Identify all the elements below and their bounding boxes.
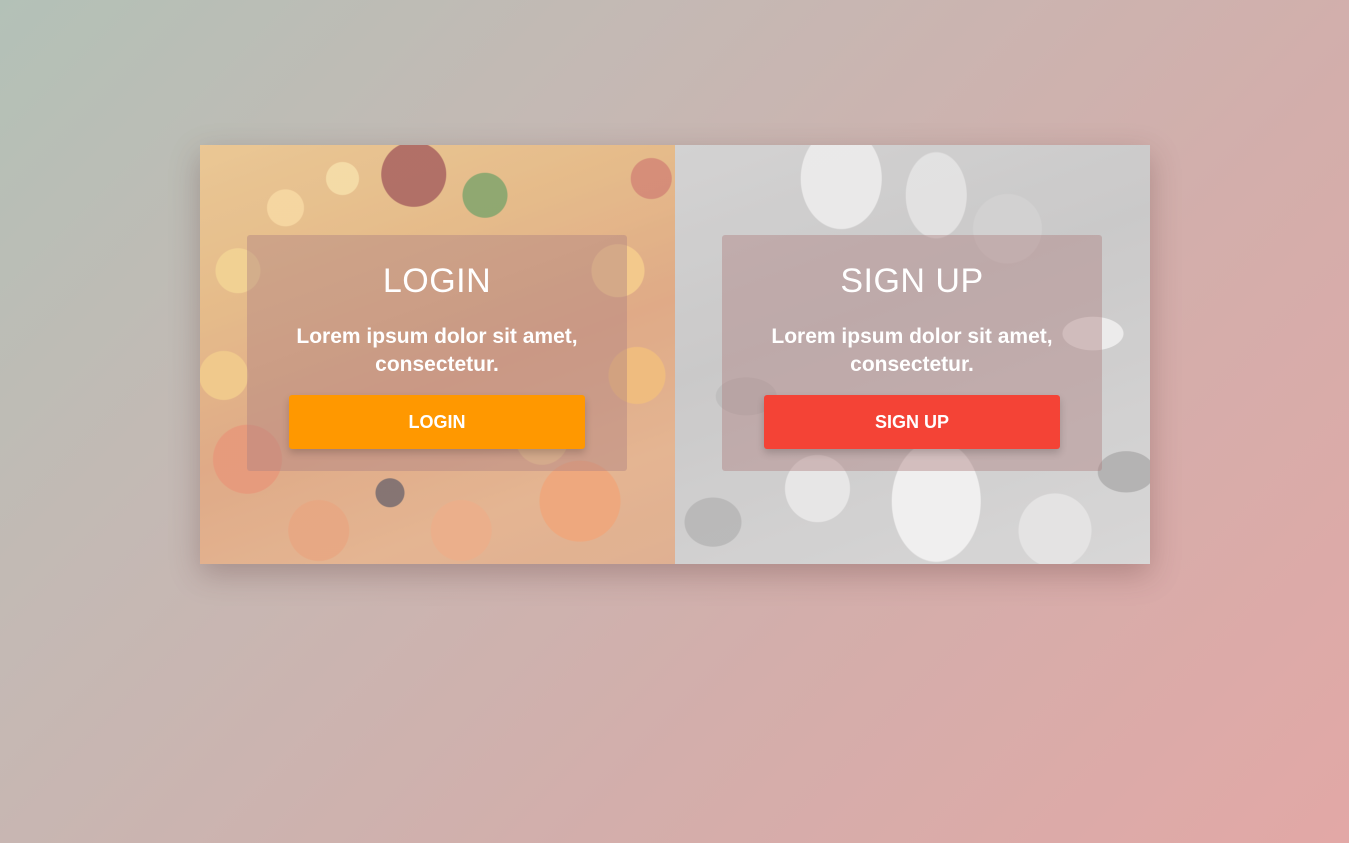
- login-description: Lorem ipsum dolor sit amet, consectetur.: [296, 325, 578, 376]
- auth-card: LOGIN Lorem ipsum dolor sit amet, consec…: [200, 145, 1150, 564]
- login-button[interactable]: LOGIN: [289, 395, 585, 449]
- signup-section: SIGN UP Lorem ipsum dolor sit amet, cons…: [675, 145, 1150, 564]
- signup-description: Lorem ipsum dolor sit amet, consectetur.: [771, 325, 1053, 376]
- signup-panel: SIGN UP Lorem ipsum dolor sit amet, cons…: [722, 235, 1102, 471]
- login-title: LOGIN: [382, 262, 492, 300]
- login-section: LOGIN Lorem ipsum dolor sit amet, consec…: [200, 145, 675, 564]
- signup-title: SIGN UP: [840, 262, 984, 300]
- login-panel: LOGIN Lorem ipsum dolor sit amet, consec…: [247, 235, 627, 471]
- signup-button[interactable]: SIGN UP: [764, 395, 1060, 449]
